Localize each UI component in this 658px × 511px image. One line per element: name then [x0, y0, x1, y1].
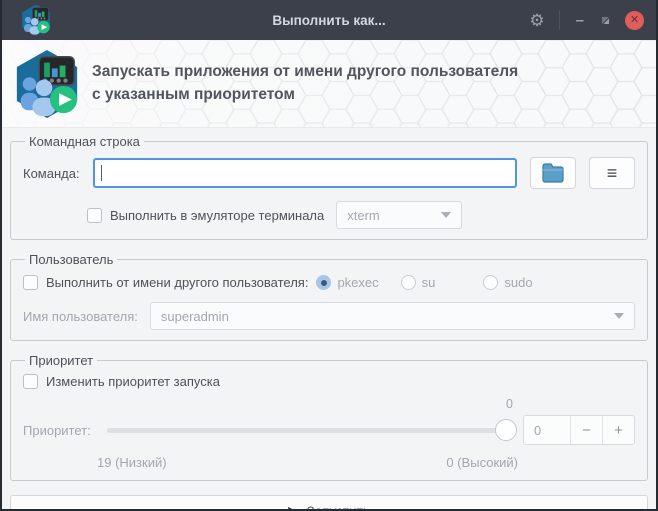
chevron-down-icon [441, 212, 452, 218]
run-button[interactable]: ▶ Запустить [10, 495, 648, 511]
hamburger-menu-icon: ≡ [606, 163, 618, 183]
app-icon-large [12, 49, 82, 119]
priority-legend: Приоритет [29, 353, 94, 368]
username-value: superadmin [160, 308, 229, 324]
dialog-description: Запускать приложения от имени другого по… [92, 61, 518, 106]
folder-icon [542, 163, 564, 183]
command-input[interactable] [93, 158, 517, 188]
radio-su-label: su [421, 275, 436, 290]
username-select[interactable]: superadmin [149, 302, 635, 330]
user-legend: Пользователь [29, 252, 114, 267]
terminal-checkbox-label: Выполнить в эмуляторе терминала [110, 207, 325, 223]
priority-scale: 19 (Низкий) 0 (Высокий) [23, 455, 635, 470]
run-as-dialog: Выполнить как... ⚙ – ✕ Запускать приложе… [0, 0, 658, 511]
change-priority-checkbox[interactable] [23, 374, 38, 389]
radio-sudo-label: sudo [504, 275, 533, 290]
restore-button[interactable] [600, 15, 611, 26]
browse-file-button[interactable] [530, 157, 576, 189]
terminal-emulator-value: xterm [347, 207, 380, 223]
radio-su[interactable]: su [400, 275, 436, 290]
app-icon [20, 4, 52, 36]
slider-track[interactable] [107, 428, 513, 433]
menu-button[interactable]: ≡ [589, 157, 635, 189]
terminal-emulator-select[interactable]: xterm [336, 201, 463, 229]
slider-value: 0 [506, 397, 513, 411]
titlebar-separator [558, 10, 560, 30]
dialog-content: Командная строка Команда: ≡ Выполнить в … [2, 128, 656, 511]
change-priority-checkbox-label: Изменить приоритет запуска [46, 374, 220, 389]
spinbox-increment-button[interactable]: + [602, 416, 634, 444]
dialog-description-line2: с указанным приоритетом [92, 85, 295, 103]
titlebar: Выполнить как... ⚙ – ✕ [2, 0, 656, 40]
priority-group: Приоритет Изменить приоритет запуска При… [10, 353, 648, 481]
play-icon: ▶ [288, 504, 297, 511]
chevron-down-icon [614, 313, 624, 319]
terminal-checkbox[interactable] [87, 207, 102, 223]
radio-sudo-control [483, 275, 499, 290]
minimize-button[interactable]: – [574, 13, 586, 28]
radio-pkexec-control [316, 275, 332, 290]
run-as-user-checkbox-label: Выполнить от имени другого пользователя: [46, 275, 309, 290]
spinbox-value[interactable]: 0 [524, 416, 570, 444]
command-label: Команда: [23, 165, 80, 181]
username-label: Имя пользователя: [23, 308, 138, 324]
priority-high-label: 0 (Высокий) [446, 455, 518, 470]
priority-spinbox: 0 − + [523, 415, 635, 445]
radio-su-control [400, 275, 416, 290]
dialog-description-line1: Запускать приложения от имени другого по… [92, 63, 519, 81]
header: Запускать приложения от имени другого по… [2, 40, 656, 128]
auth-method-radio-group: pkexec su sudo [316, 275, 533, 290]
radio-pkexec[interactable]: pkexec [316, 275, 379, 290]
run-button-label: Запустить [306, 503, 370, 511]
user-group: Пользователь Выполнить от имени другого … [10, 252, 648, 341]
radio-pkexec-label: pkexec [337, 275, 379, 290]
close-button[interactable]: ✕ [625, 10, 644, 30]
radio-sudo[interactable]: sudo [483, 275, 533, 290]
settings-gear-icon[interactable]: ⚙ [529, 12, 544, 29]
spinbox-decrement-button[interactable]: − [570, 416, 602, 444]
priority-slider[interactable]: 0 [107, 397, 517, 445]
slider-handle[interactable] [495, 419, 517, 441]
command-line-group: Командная строка Команда: ≡ Выполнить в … [10, 134, 648, 240]
priority-low-label: 19 (Низкий) [97, 455, 167, 470]
command-line-legend: Командная строка [29, 134, 140, 149]
text-cursor [101, 165, 102, 181]
run-as-user-checkbox[interactable] [23, 275, 38, 290]
priority-label: Приоритет: [23, 422, 91, 438]
